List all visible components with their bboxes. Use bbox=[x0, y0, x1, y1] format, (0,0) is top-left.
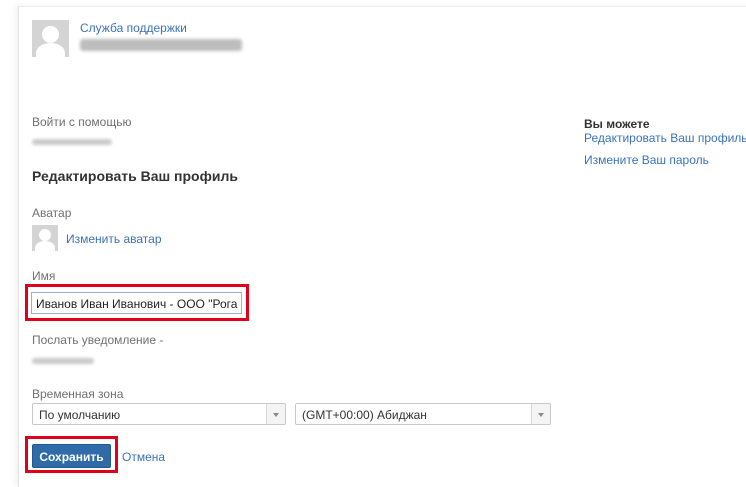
change-avatar-link[interactable]: Изменить аватар bbox=[66, 232, 162, 246]
blurred-notify-email bbox=[32, 358, 94, 364]
sidebar-change-password-link[interactable]: Измените Ваш пароль bbox=[584, 153, 709, 167]
blurred-email bbox=[80, 39, 242, 51]
section-title: Редактировать Ваш профиль bbox=[32, 168, 238, 184]
notify-label: Послать уведомление - bbox=[32, 333, 164, 347]
user-avatar bbox=[32, 20, 69, 57]
cancel-link[interactable]: Отмена bbox=[122, 450, 165, 464]
chevron-down-icon bbox=[266, 404, 285, 424]
avatar-thumbnail bbox=[32, 225, 58, 251]
chevron-down-icon bbox=[531, 404, 550, 424]
support-link[interactable]: Служба поддержки bbox=[80, 21, 187, 35]
timezone-label: Временная зона bbox=[32, 387, 124, 401]
blurred-login-email bbox=[32, 139, 112, 145]
name-input-value: Иванов Иван Иванович - ООО "Рога bbox=[36, 297, 238, 311]
sidebar-edit-profile-link[interactable]: Редактировать Ваш профиль bbox=[584, 131, 746, 145]
name-label: Имя bbox=[32, 269, 56, 283]
name-input[interactable]: Иванов Иван Иванович - ООО "Рога bbox=[31, 292, 242, 314]
save-button[interactable]: Сохранить bbox=[32, 444, 111, 468]
save-button-label: Сохранить bbox=[39, 450, 104, 464]
timezone-zone-select[interactable]: (GMT+00:00) Абиджан bbox=[295, 403, 551, 425]
timezone-region-value: По умолчанию bbox=[39, 408, 121, 422]
timezone-zone-value: (GMT+00:00) Абиджан bbox=[302, 408, 427, 422]
login-label: Войти с помощью bbox=[32, 115, 132, 129]
avatar-label: Аватар bbox=[32, 206, 72, 220]
sidebar-title: Вы можете bbox=[584, 117, 650, 131]
timezone-region-select[interactable]: По умолчанию bbox=[32, 403, 286, 425]
